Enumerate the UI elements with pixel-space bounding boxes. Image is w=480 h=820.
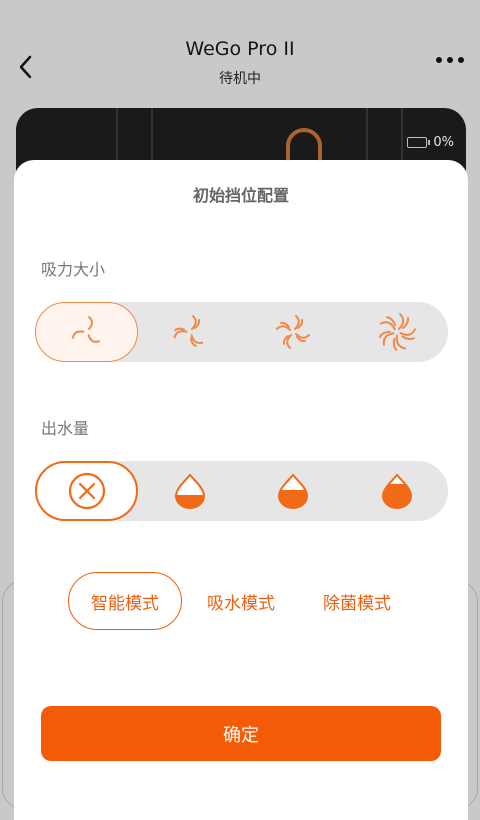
water-medium-option[interactable] xyxy=(241,461,344,521)
config-sheet: 初始挡位配置 吸力大小 出水量 智能模式 吸水模式 除菌模式 确定 xyxy=(14,160,468,820)
more-button[interactable] xyxy=(430,48,470,72)
more-dot-icon xyxy=(436,57,442,63)
battery-percent: 0% xyxy=(433,135,454,150)
more-dot-icon xyxy=(458,57,464,63)
battery-indicator: 0% xyxy=(407,135,454,150)
device-status: 待机中 xyxy=(219,71,261,87)
fan-level-1-icon xyxy=(71,316,100,343)
close-circle-icon xyxy=(68,472,105,510)
water-off-option[interactable] xyxy=(35,461,138,521)
top-bar: WeGo Pro II 待机中 xyxy=(0,0,480,100)
mode-sterilize[interactable]: 除菌模式 xyxy=(300,572,414,630)
sheet-title: 初始挡位配置 xyxy=(192,186,289,205)
battery-icon xyxy=(407,137,431,148)
mode-smart[interactable]: 智能模式 xyxy=(68,572,182,630)
suction-level-4[interactable] xyxy=(345,302,448,362)
more-dot-icon xyxy=(447,57,453,63)
suction-label: 吸力大小 xyxy=(41,260,106,279)
water-drop-medium-icon xyxy=(277,473,308,509)
water-drop-high-icon xyxy=(381,473,412,509)
suction-level-1[interactable] xyxy=(35,302,138,362)
suction-level-3[interactable] xyxy=(241,302,344,362)
mode-suction[interactable]: 吸水模式 xyxy=(184,572,298,630)
suction-level-2[interactable] xyxy=(138,302,241,362)
water-label: 出水量 xyxy=(41,419,90,438)
mode-selector: 智能模式 吸水模式 除菌模式 xyxy=(14,572,468,630)
fan-level-4-icon xyxy=(378,313,416,351)
water-high-option[interactable] xyxy=(345,461,448,521)
device-title: WeGo Pro II xyxy=(185,38,295,60)
water-selector xyxy=(35,461,448,521)
suction-selector xyxy=(35,302,448,362)
water-low-option[interactable] xyxy=(138,461,241,521)
confirm-button[interactable]: 确定 xyxy=(41,706,441,761)
water-drop-low-icon xyxy=(174,473,205,509)
fan-level-3-icon xyxy=(275,315,310,349)
fan-level-2-icon xyxy=(173,315,203,347)
